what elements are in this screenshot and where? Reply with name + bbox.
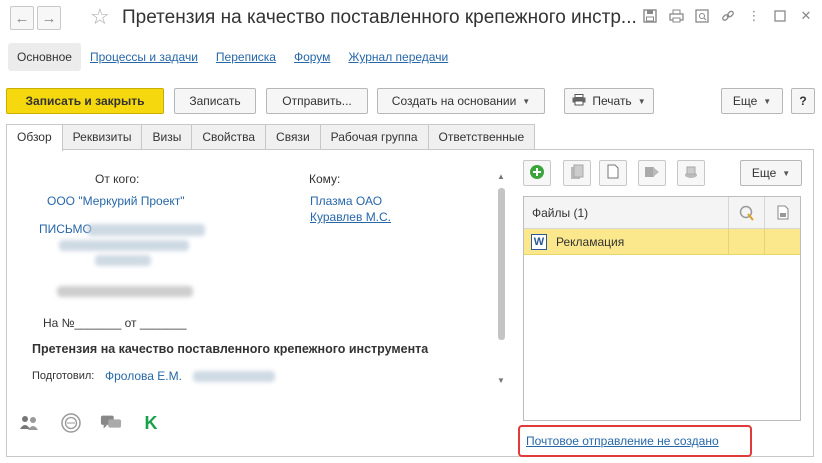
letter-scrollbar[interactable]: ▲ ▼ [494,160,510,392]
tab-visas[interactable]: Визы [141,124,193,150]
prepared-label: Подготовил: [32,370,95,382]
column-encryption-icon[interactable] [765,197,800,228]
files-column-header[interactable]: Файлы (1) [524,197,729,228]
printer-icon [572,93,586,109]
document-icon [607,164,619,182]
column-signature-icon[interactable] [729,197,765,228]
section-forum[interactable]: Форум [285,43,339,71]
file-name-cell: W Рекламация [524,229,729,254]
more-button[interactable]: Еще ▼ [721,88,783,114]
to-org: Плазма ОАО [310,194,383,208]
window-title: Претензия на качество поставленного креп… [122,7,637,28]
chevron-down-icon: ▼ [763,96,772,106]
arrow-right-icon: → [41,9,57,27]
print-label: Печать [592,94,632,108]
scan-file-button[interactable] [677,160,705,186]
help-button[interactable]: ? [791,88,815,114]
from-org: ООО "Меркурий Проект" [47,194,185,208]
scanner-icon [683,164,699,183]
favorite-star-icon[interactable]: ☆ [90,5,110,29]
chevron-down-icon: ▼ [782,168,791,178]
print-icon[interactable] [668,8,684,24]
number-line: На №_______ от _______ [43,316,187,330]
add-file-button[interactable] [523,160,551,186]
create-based-on-button[interactable]: Создать на основании ▼ [377,88,545,114]
more-label: Еще [732,94,758,108]
save-and-close-button[interactable]: Записать и закрыть [6,88,164,114]
close-icon[interactable]: ✕ [798,8,814,24]
arrow-left-icon: ← [14,9,30,27]
save-button[interactable]: Записать [174,88,256,114]
save-icon[interactable] [642,8,658,24]
file-signature-cell [729,229,765,254]
to-label: Кому: [309,172,341,186]
new-document-button[interactable] [599,160,627,186]
preview-icon[interactable] [694,8,710,24]
participants-icon[interactable] [18,412,40,434]
tab-overview[interactable]: Обзор [6,124,63,151]
scroll-down-icon[interactable]: ▼ [497,376,505,385]
file-encryption-cell [765,229,800,254]
redacted-text [193,371,275,382]
maximize-icon[interactable] [772,8,788,24]
add-green-icon [529,164,545,183]
files-more-label: Еще [751,166,777,180]
redacted-text [57,286,193,297]
back-button[interactable]: ← [10,6,34,30]
chevron-down-icon: ▼ [637,96,646,106]
stamp-icon[interactable] [60,412,82,434]
mail-status-box: Почтовое отправление не создано [518,425,752,457]
file-row[interactable]: W Рекламация [524,229,800,255]
letter-subject: Претензия на качество поставленного креп… [32,342,429,356]
tab-details[interactable]: Реквизиты [61,124,143,150]
section-transfer-log[interactable]: Журнал передачи [339,43,457,71]
link-icon[interactable] [720,8,736,24]
create-based-on-label: Создать на основании [391,94,517,108]
section-correspondence[interactable]: Переписка [207,43,285,71]
send-file-button[interactable] [638,160,666,186]
comments-icon[interactable] [100,412,122,434]
section-main[interactable]: Основное [8,43,81,71]
tab-properties[interactable]: Свойства [191,124,267,150]
letter-prefix: ПИСЬМО [39,222,92,236]
redacted-text [59,240,189,251]
scroll-up-icon[interactable]: ▲ [497,172,505,181]
file-name: Рекламация [556,234,625,249]
mail-status-link[interactable]: Почтовое отправление не создано [526,434,719,448]
files-more-button[interactable]: Еще ▼ [740,160,802,186]
redacted-text [95,255,151,266]
section-processes[interactable]: Процессы и задачи [81,43,207,71]
export-arrow-icon [644,165,660,182]
copy-icon [570,164,584,183]
tab-workgroup[interactable]: Рабочая группа [319,124,429,150]
to-person[interactable]: Куравлев М.С. [310,210,391,224]
print-button[interactable]: Печать ▼ [564,88,654,114]
letter-preview: От кого: ООО "Меркурий Проект" ПИСЬМО Ко… [7,160,512,396]
files-table: Файлы (1) W Рекламация [523,196,801,421]
chevron-down-icon: ▼ [522,96,531,106]
forward-button[interactable]: → [37,6,61,30]
more-vertical-icon[interactable]: ⋮ [746,8,762,24]
redacted-text [87,224,205,236]
word-document-icon: W [531,233,547,250]
files-table-header: Файлы (1) [524,197,800,229]
send-button[interactable]: Отправить... [266,88,368,114]
prepared-by: Фролова Е.М. [105,369,182,383]
form-sections: Основное Процессы и задачи Переписка Фор… [8,43,457,71]
tab-responsible[interactable]: Ответственные [427,124,536,150]
copy-file-button[interactable] [563,160,591,186]
scrollbar-thumb[interactable] [498,188,505,340]
from-label: От кого: [95,172,140,186]
counterparty-k-icon[interactable]: K [140,412,162,434]
tab-strip: Обзор Реквизиты Визы Свойства Связи Рабо… [6,124,536,151]
tab-links[interactable]: Связи [265,124,321,150]
